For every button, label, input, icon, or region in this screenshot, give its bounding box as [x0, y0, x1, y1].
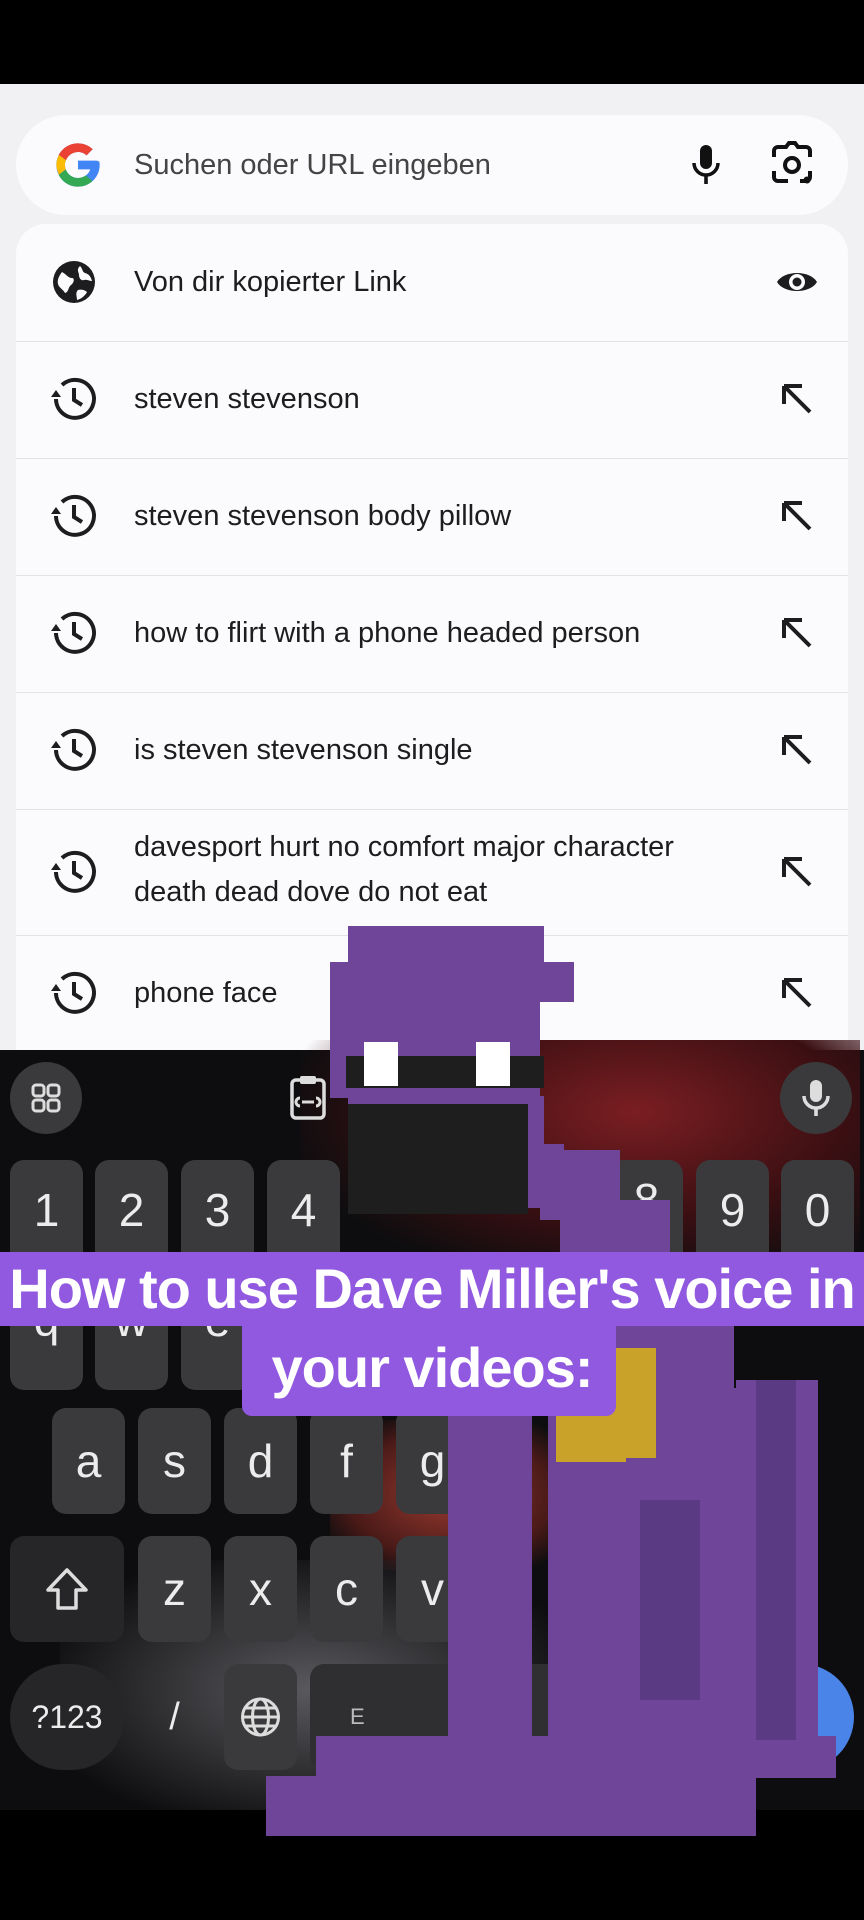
enter-key[interactable] — [738, 1664, 854, 1770]
space-key[interactable]: E — [310, 1664, 590, 1770]
history-icon — [51, 971, 96, 1014]
keyboard-voice-button[interactable] — [780, 1062, 852, 1134]
key-s[interactable]: s — [138, 1408, 211, 1514]
video-background — [300, 1040, 860, 1280]
suggestion-history-1[interactable]: steven stevenson — [16, 341, 848, 459]
key-label: ?123 — [31, 1699, 103, 1735]
key-label: d — [247, 1435, 274, 1487]
suggestion-text: phone face — [134, 977, 278, 1009]
symbols-key[interactable]: ?123 — [10, 1664, 124, 1770]
google-g-icon — [56, 143, 100, 187]
caption-line-2: your videos: — [271, 1336, 594, 1399]
key-label: 3 — [204, 1184, 231, 1236]
suggestion-text: how to flirt with a phone headed person — [134, 617, 641, 649]
history-icon — [51, 611, 96, 654]
history-icon — [51, 377, 96, 420]
fill-arrow-icon[interactable] — [774, 849, 820, 895]
clipboard-button[interactable] — [280, 1070, 336, 1126]
eye-icon[interactable] — [774, 259, 820, 305]
key-label: a — [75, 1435, 102, 1487]
key-label: z — [163, 1563, 186, 1615]
key-label: 0 — [804, 1184, 831, 1236]
key-label: g — [419, 1435, 446, 1487]
history-icon — [51, 850, 96, 893]
microphone-icon[interactable] — [676, 135, 736, 195]
language-key[interactable] — [224, 1664, 297, 1770]
slash-key[interactable]: / — [138, 1664, 211, 1770]
key-z[interactable]: z — [138, 1536, 211, 1642]
search-placeholder[interactable]: Suchen oder URL eingeben — [134, 115, 491, 215]
suggestion-text-line2: death dead dove do not eat — [134, 876, 488, 908]
key-label: 1 — [33, 1184, 60, 1236]
fill-arrow-icon[interactable] — [774, 727, 820, 773]
suggestion-history-3[interactable]: how to flirt with a phone headed person — [16, 575, 848, 693]
suggestion-copied-link[interactable]: Von dir kopierter Link — [16, 224, 848, 342]
key-label: x — [249, 1563, 272, 1615]
key-label: f — [340, 1435, 353, 1487]
status-bar — [0, 0, 864, 84]
suggestion-text: steven stevenson — [134, 383, 360, 415]
globe-icon — [53, 261, 95, 303]
shift-key[interactable] — [10, 1536, 124, 1642]
key-label: 9 — [719, 1184, 746, 1236]
key-label: 8 — [633, 1174, 660, 1226]
key-g[interactable]: g — [396, 1408, 469, 1514]
key-label: / — [169, 1696, 180, 1738]
key-a[interactable]: a — [52, 1408, 125, 1514]
key-label: v — [421, 1563, 444, 1615]
key-d[interactable]: d — [224, 1408, 297, 1514]
key-label: 4 — [290, 1184, 317, 1236]
key-label: 2 — [118, 1184, 145, 1236]
grid-icon — [31, 1083, 61, 1113]
suggestion-history-2[interactable]: steven stevenson body pillow — [16, 458, 848, 576]
globe-icon — [241, 1697, 280, 1737]
suggestion-list: Von dir kopierter Link steven stevenson — [16, 224, 848, 1050]
suggestion-history-5[interactable]: davesport hurt no comfort major characte… — [16, 809, 848, 936]
key-f[interactable]: f — [310, 1408, 383, 1514]
suggestion-text-line1: davesport hurt no comfort major characte… — [134, 831, 674, 863]
keyboard-apps-button[interactable] — [10, 1062, 82, 1134]
suggestion-text: Von dir kopierter Link — [134, 266, 407, 298]
history-icon — [51, 728, 96, 771]
fill-arrow-icon[interactable] — [774, 970, 820, 1016]
key-label: s — [163, 1435, 186, 1487]
fill-arrow-icon[interactable] — [774, 376, 820, 422]
microphone-icon — [802, 1080, 830, 1116]
shift-icon — [46, 1568, 88, 1610]
google-lens-icon[interactable] — [762, 135, 822, 195]
suggestion-text: is steven stevenson single — [134, 734, 473, 766]
history-icon — [51, 494, 96, 537]
key-x[interactable]: x — [224, 1536, 297, 1642]
key-label: E — [350, 1704, 365, 1729]
key-label: c — [335, 1563, 358, 1615]
suggestion-history-6[interactable]: phone face — [16, 935, 848, 1050]
navigation-bar — [0, 1810, 864, 1920]
suggestion-history-4[interactable]: is steven stevenson single — [16, 692, 848, 810]
search-bar[interactable]: Suchen oder URL eingeben — [16, 115, 848, 215]
fill-arrow-icon[interactable] — [774, 493, 820, 539]
fill-arrow-icon[interactable] — [774, 610, 820, 656]
suggestion-text: steven stevenson body pillow — [134, 500, 512, 532]
clipboard-icon — [290, 1076, 326, 1120]
screen: Suchen oder URL eingeben Von dir kopiert… — [0, 0, 864, 1920]
key-c[interactable]: c — [310, 1536, 383, 1642]
key-v[interactable]: v — [396, 1536, 469, 1642]
caption-line-1: How to use Dave Miller's voice in — [9, 1257, 855, 1320]
